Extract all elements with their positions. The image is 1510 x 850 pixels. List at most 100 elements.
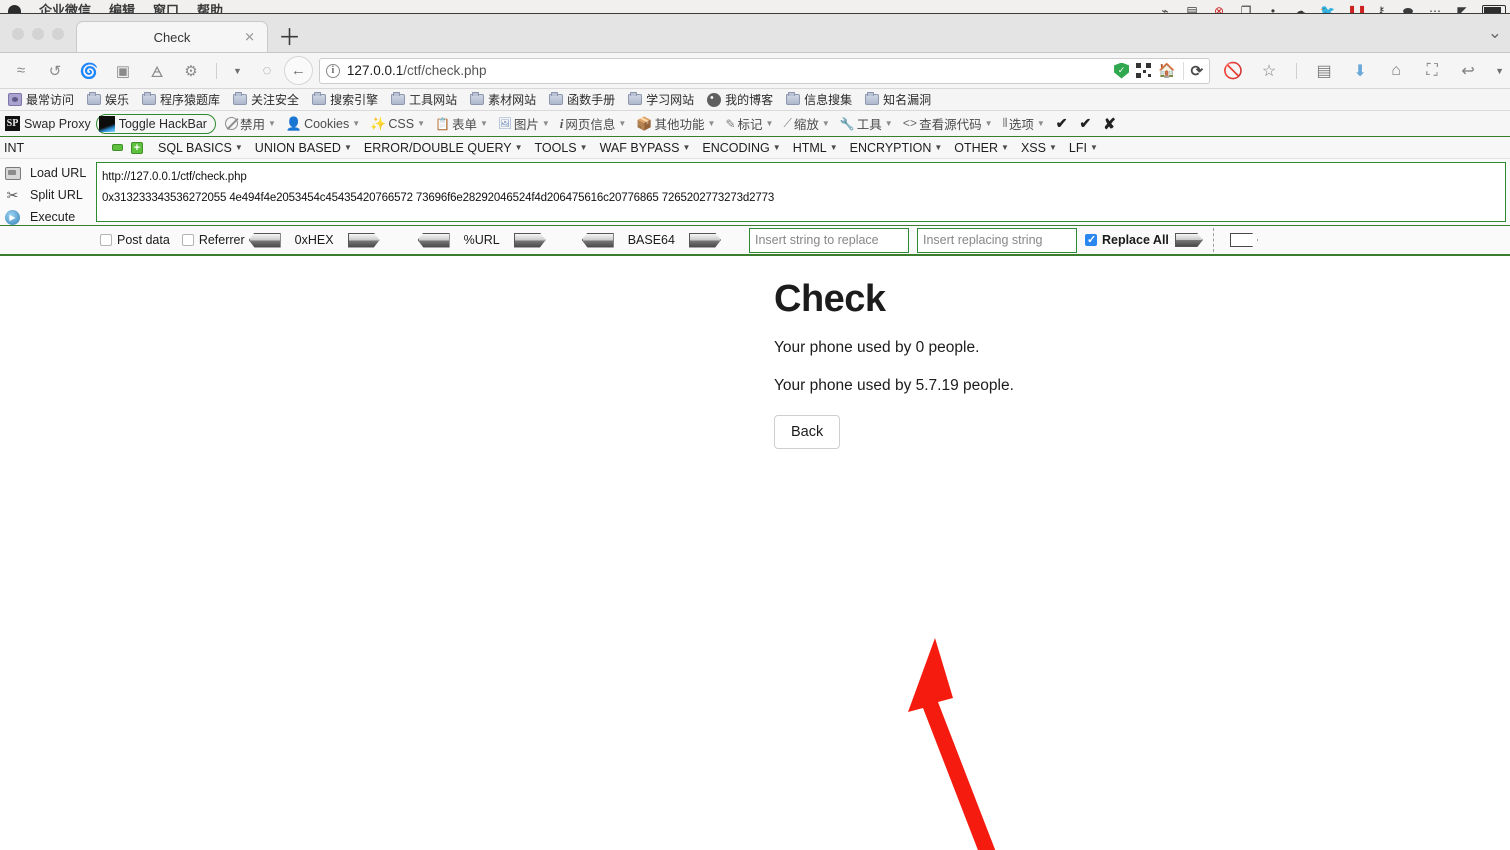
url-encode-button[interactable] bbox=[513, 232, 546, 248]
tab-close-icon[interactable]: ✕ bbox=[244, 31, 255, 44]
split-url-button[interactable]: ✂ Split URL bbox=[4, 187, 96, 203]
undo-icon[interactable]: ↩ bbox=[1459, 62, 1477, 80]
post-data-checkbox-box[interactable] bbox=[100, 234, 112, 246]
replace-search-input[interactable]: Insert string to replace bbox=[748, 227, 909, 253]
ext-item-css[interactable]: ✨ CSS ▼ bbox=[365, 116, 430, 132]
check-icon-1[interactable]: ✔ bbox=[1050, 115, 1074, 132]
bluetooth-icon[interactable]: ⌁ bbox=[1158, 5, 1172, 13]
bookmark-item-10[interactable]: 信息搜集 bbox=[786, 91, 852, 108]
no-script-icon[interactable]: 🚫 bbox=[1223, 62, 1243, 80]
bookmark-item-1[interactable]: 娱乐 bbox=[87, 91, 129, 108]
bookmark-item-11[interactable]: 知名漏洞 bbox=[865, 91, 931, 108]
ae-icon[interactable]: ▣ bbox=[114, 62, 132, 80]
star-icon[interactable]: ☆ bbox=[1260, 62, 1278, 80]
refresh-swirl-icon[interactable]: 🌀 bbox=[80, 62, 99, 80]
history-icon[interactable]: ↺ bbox=[46, 62, 64, 80]
hackbar-menu-waf-bypass[interactable]: WAF BYPASS ▼ bbox=[594, 141, 697, 155]
qr-code-icon[interactable] bbox=[1136, 63, 1152, 78]
hackbar-menu-other[interactable]: OTHER ▼ bbox=[948, 141, 1015, 155]
bookmark-item-8[interactable]: 学习网站 bbox=[628, 91, 694, 108]
key-icon[interactable]: ⚷ bbox=[1374, 5, 1388, 13]
hackbar-menu-html[interactable]: HTML ▼ bbox=[787, 141, 844, 155]
crop-icon[interactable]: ⛶ bbox=[1423, 62, 1441, 80]
dropdown-caret-icon[interactable]: ▼ bbox=[233, 66, 242, 76]
bookmark-item-5[interactable]: 工具网站 bbox=[391, 91, 457, 108]
os-menu-item-3[interactable]: 帮助 bbox=[197, 4, 223, 13]
ext-item-view-source[interactable]: <> 查看源代码 ▼ bbox=[898, 114, 998, 133]
hackbar-menu-xss[interactable]: XSS ▼ bbox=[1015, 141, 1063, 155]
url-decode-button[interactable] bbox=[417, 232, 450, 248]
ext-item-options[interactable]: ⦀ 选项 ▼ bbox=[998, 114, 1050, 133]
referrer-checkbox-box[interactable] bbox=[181, 234, 194, 246]
cloud-icon[interactable]: ☁ bbox=[1293, 5, 1307, 13]
apple-icon[interactable] bbox=[8, 5, 21, 13]
hex-encode-button[interactable] bbox=[347, 232, 380, 248]
back-button[interactable]: ← bbox=[283, 56, 313, 85]
hackbar-menu-lfi[interactable]: LFI ▼ bbox=[1063, 141, 1104, 155]
browser-tab-check[interactable]: Check ✕ bbox=[76, 21, 268, 52]
gear-icon[interactable]: ⚙ bbox=[182, 62, 200, 80]
battery-icon[interactable] bbox=[1482, 5, 1506, 13]
replace-all-checkbox[interactable]: Replace All bbox=[1084, 233, 1169, 247]
home-icon[interactable]: ⌂ bbox=[1387, 62, 1405, 80]
wifi-icon[interactable]: ◤ bbox=[1455, 5, 1469, 13]
window-maximize-button[interactable] bbox=[52, 28, 64, 40]
ext-item-cookies[interactable]: 👤 Cookies ▼ bbox=[281, 116, 365, 132]
toggle-hackbar-button[interactable]: Toggle HackBar bbox=[95, 113, 216, 134]
bird-icon[interactable]: 🐦 bbox=[1320, 5, 1335, 13]
dots-icon[interactable]: ⋯ bbox=[1428, 5, 1442, 13]
new-tab-button[interactable]: ＋ bbox=[278, 26, 301, 49]
hackbar-menu-error-double-query[interactable]: ERROR/DOUBLE QUERY ▼ bbox=[358, 141, 529, 155]
referrer-checkbox[interactable]: Referrer bbox=[181, 233, 245, 247]
ext-item-markup[interactable]: ✎ 标记 ▼ bbox=[720, 114, 778, 133]
replace-with-input[interactable]: Insert replacing string bbox=[916, 227, 1077, 253]
home-green-icon[interactable]: 🏠 bbox=[1158, 62, 1175, 79]
replace-apply-button[interactable] bbox=[1174, 233, 1203, 247]
window-minimize-button[interactable] bbox=[32, 28, 44, 40]
back-button-page[interactable]: Back bbox=[774, 415, 841, 449]
minus-button-icon[interactable] bbox=[112, 144, 123, 151]
ext-item-misc[interactable]: 📦 其他功能 ▼ bbox=[631, 114, 720, 133]
base64-encode-button[interactable] bbox=[688, 232, 721, 248]
url-bar[interactable]: i 127.0.0.1/ctf/check.php ✓ 🏠 ⟳ bbox=[318, 57, 1211, 84]
hex-decode-button[interactable] bbox=[248, 232, 281, 248]
os-menu-item-1[interactable]: 编辑 bbox=[109, 4, 135, 13]
ext-item-zoom[interactable]: ⟋ 缩放 ▼ bbox=[778, 114, 834, 133]
ext-item-page-info[interactable]: i 网页信息 ▼ bbox=[555, 114, 632, 133]
overflow-caret-icon[interactable]: ▼ bbox=[1495, 66, 1504, 76]
x-icon[interactable]: ✘ bbox=[1097, 115, 1122, 133]
load-url-button[interactable]: Load URL bbox=[4, 165, 96, 181]
shield-icon[interactable]: ✓ bbox=[1114, 62, 1130, 79]
swap-proxy-button[interactable]: SP Swap Proxy bbox=[0, 116, 96, 131]
hackbar-menu-union-based[interactable]: UNION BASED ▼ bbox=[249, 141, 358, 155]
dot-icon[interactable]: • bbox=[1266, 5, 1280, 13]
execute-button[interactable]: ▶ Execute bbox=[4, 209, 96, 225]
ext-item-images[interactable]: 🖼 图片 ▼ bbox=[493, 114, 555, 133]
check-icon-2[interactable]: ✔ bbox=[1074, 115, 1098, 132]
hackbar-menu-tools[interactable]: TOOLS ▼ bbox=[529, 141, 594, 155]
download-icon[interactable]: ⬇ bbox=[1351, 62, 1369, 80]
bookmark-item-6[interactable]: 素材网站 bbox=[470, 91, 536, 108]
ext-item-forms[interactable]: 📋 表单 ▼ bbox=[430, 114, 493, 133]
seahorse-icon[interactable]: 🜁 bbox=[148, 62, 166, 81]
bookmark-item-0[interactable]: 最常访问 bbox=[8, 91, 74, 108]
bookmark-item-9[interactable]: 我的博客 bbox=[707, 91, 773, 108]
hackbar-menu-encryption[interactable]: ENCRYPTION ▼ bbox=[844, 141, 949, 155]
os-menu-item-2[interactable]: 窗口 bbox=[153, 4, 179, 13]
display-icon[interactable]: ▤ bbox=[1185, 5, 1199, 13]
pause-icon[interactable]: ❚❚ bbox=[1347, 5, 1367, 13]
window-controls[interactable] bbox=[0, 28, 76, 52]
ext-item-disable[interactable]: 禁用 ▼ bbox=[220, 114, 281, 133]
rss-icon[interactable]: ≈ bbox=[12, 62, 30, 80]
window-close-button[interactable] bbox=[12, 28, 24, 40]
hackbar-menu-encoding[interactable]: ENCODING ▼ bbox=[696, 141, 786, 155]
bookmark-item-4[interactable]: 搜索引擎 bbox=[312, 91, 378, 108]
plus-button-icon[interactable]: + bbox=[131, 141, 143, 154]
replace-all-checkbox-box[interactable] bbox=[1084, 233, 1097, 246]
reader-icon[interactable]: ▤ bbox=[1315, 62, 1333, 80]
list-all-tabs-icon[interactable]: ⌄ bbox=[1488, 23, 1502, 43]
dropbox-error-icon[interactable]: ⊗ bbox=[1212, 5, 1226, 13]
hackbar-menu-sql-basics[interactable]: SQL BASICS ▼ bbox=[152, 141, 249, 155]
bookmark-item-3[interactable]: 关注安全 bbox=[233, 91, 299, 108]
ext-item-tools[interactable]: 🔧 工具 ▼ bbox=[835, 114, 898, 133]
